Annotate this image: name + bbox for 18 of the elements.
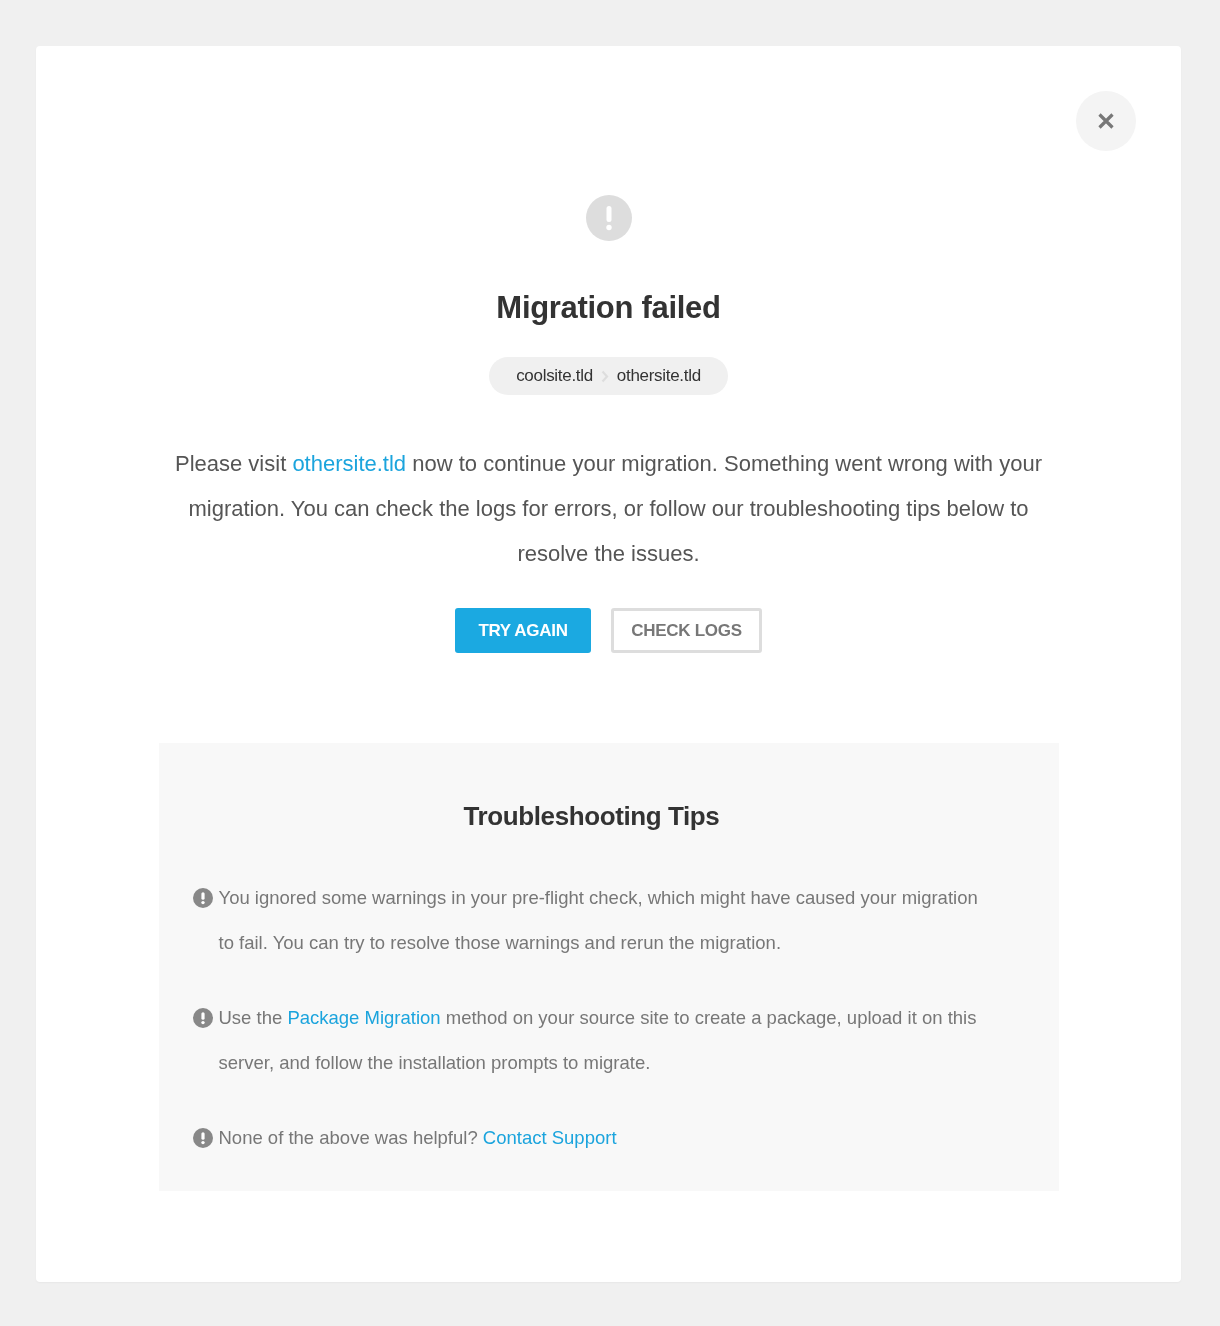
alert-icon [192,1007,213,1028]
tip-text: You ignored some warnings in your pre-flight check, which might have caused your migration to fail. You can try to resolve those warnings and rerun the migration. [218,886,979,955]
close-icon [1097,112,1115,130]
tip-link[interactable]: Contact Support [482,1127,617,1148]
destination-site: othersite.tld [616,366,701,386]
dialog-title: Migration failed [496,290,721,326]
alert-icon [192,1127,213,1148]
site-link[interactable]: othersite.tld [292,451,407,476]
message-text: Please visit othersite.tld now to continue your migration. Something went wrong with your migration. You can check the logs for errors, or follow our troubleshooting tips below to resolve the issues. [174,450,1043,568]
alert-icon [585,195,632,241]
tips-title: Troubleshooting Tips [462,800,721,832]
tip-text: None of the above was helpful? Contact Support [218,1126,617,1150]
tip-link[interactable]: Package Migration [287,1007,441,1028]
source-site: coolsite.tld [516,366,593,386]
check-logs-button[interactable]: CHECK LOGS [611,608,762,653]
tip-text: Use the Package Migration method on your source site to create a package, upload it on this server, and follow the installation prompts to migrate. [218,1006,978,1075]
try-again-button[interactable]: TRY AGAIN [455,608,591,653]
alert-icon [192,887,213,908]
